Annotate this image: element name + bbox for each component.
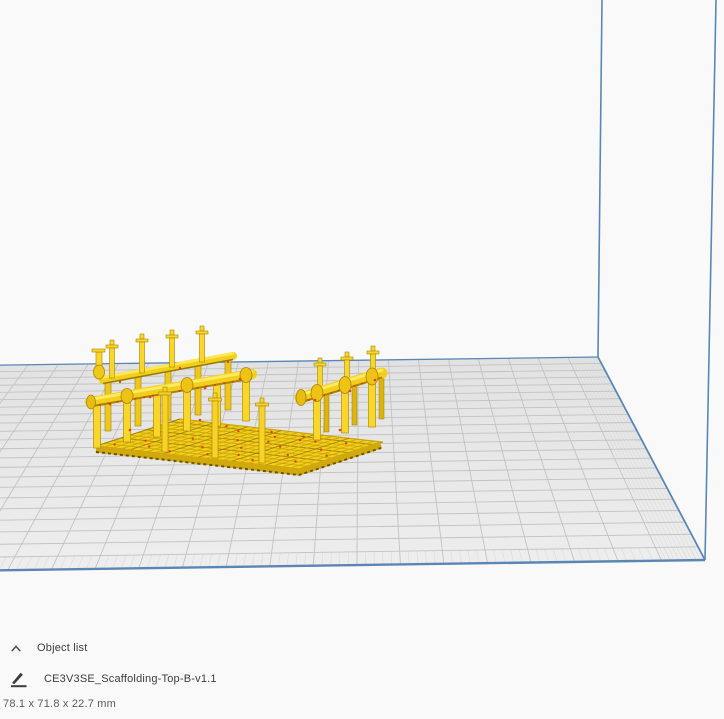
object-list-header[interactable]: Object list bbox=[10, 642, 88, 654]
scene-canvas[interactable] bbox=[0, 0, 724, 719]
build-plate-3d-view[interactable] bbox=[0, 0, 724, 719]
per-object-settings-icon bbox=[11, 672, 27, 688]
chevron-up-icon bbox=[11, 644, 21, 652]
cura-main-window: { "viewport": { "description": "3D build… bbox=[0, 0, 724, 719]
object-list-item[interactable]: CE3V3SE_Scaffolding-Top-B-v1.1 bbox=[10, 670, 217, 688]
object-list-title: Object list bbox=[37, 642, 88, 654]
build-plate[interactable] bbox=[0, 0, 717, 574]
object-name: CE3V3SE_Scaffolding-Top-B-v1.1 bbox=[44, 673, 217, 685]
object-dimensions: 78.1 x 71.8 x 22.7 mm bbox=[3, 698, 117, 710]
